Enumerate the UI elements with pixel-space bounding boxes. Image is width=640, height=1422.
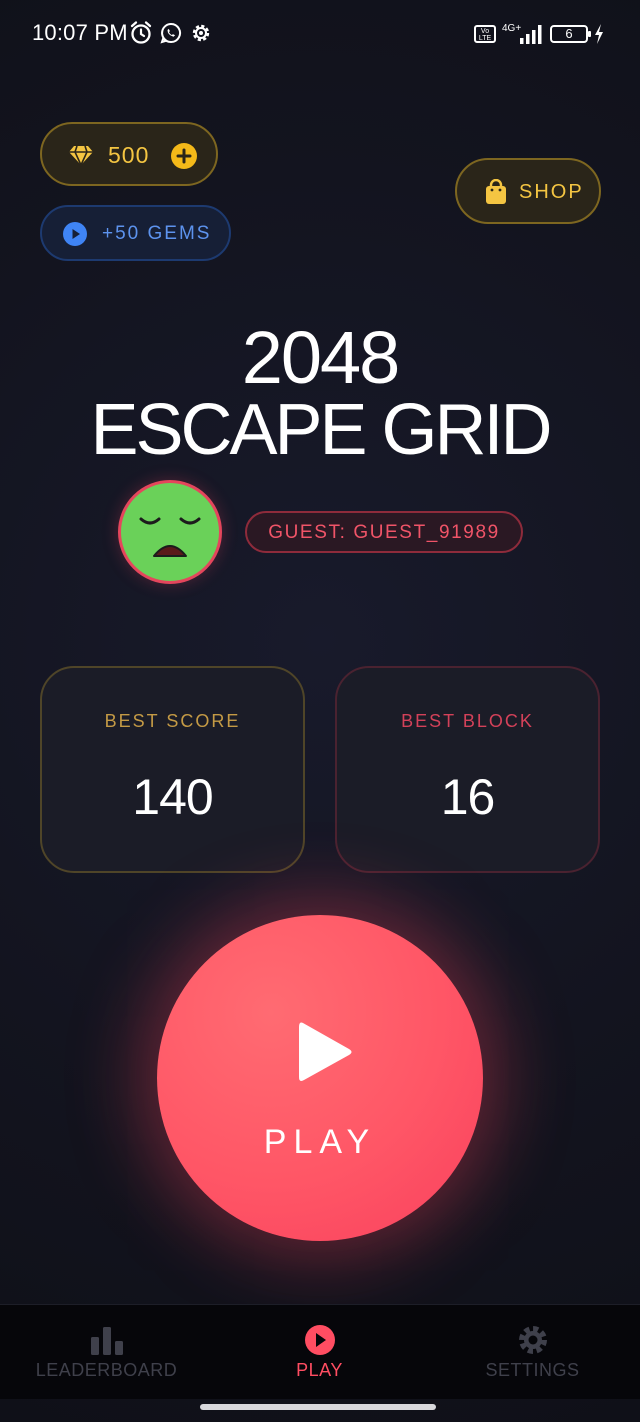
watch-ad-gems-button[interactable]: +50 GEMS [40, 205, 231, 261]
game-title-name: ESCAPE GRID [90, 390, 552, 470]
sad-face-icon [139, 517, 201, 557]
alarm-icon [129, 20, 153, 46]
nav-leaderboard[interactable]: LEADERBOARD [0, 1305, 213, 1399]
play-icon [295, 1017, 355, 1087]
diamond-icon [68, 143, 94, 167]
bottom-navigation: LEADERBOARD PLAY SETTINGS [0, 1304, 640, 1399]
home-indicator[interactable] [200, 1404, 436, 1410]
gems-balance[interactable]: 500 [40, 122, 218, 186]
volte-icon: Vo LTE [474, 25, 496, 43]
guest-badge[interactable]: GUEST: GUEST_91989 [245, 511, 523, 553]
game-title-number: 2048 [241, 316, 401, 399]
status-time: 10:07 PM [32, 20, 128, 45]
nav-play-label: PLAY [296, 1360, 343, 1380]
best-block-value: 16 [440, 769, 496, 825]
gems-count: 500 [108, 142, 150, 168]
play-button[interactable]: PLAY [157, 915, 483, 1241]
status-bar: 10:07 PM Vo LTE 4G+ 6 [0, 0, 640, 68]
nav-settings-label: SETTINGS [485, 1360, 580, 1380]
best-block-card: BEST BLOCK 16 [335, 666, 600, 873]
plus-icon [176, 148, 192, 164]
nav-play[interactable]: PLAY [213, 1305, 426, 1399]
play-circle-icon [302, 1323, 338, 1357]
bar-chart-icon [89, 1323, 125, 1357]
shopping-bag-icon [484, 178, 508, 205]
reward-ad-label: +50 GEMS [102, 223, 212, 244]
best-score-value: 140 [132, 769, 213, 825]
play-circle-icon [63, 222, 87, 246]
nav-settings[interactable]: SETTINGS [426, 1305, 639, 1399]
network-type: 4G+ [502, 23, 521, 34]
battery-icon: 6 [550, 25, 591, 43]
shop-button[interactable]: SHOP [455, 158, 601, 224]
nav-leaderboard-label: LEADERBOARD [35, 1360, 178, 1380]
best-block-label: BEST BLOCK [401, 711, 534, 731]
signal-icon: 4G+ [500, 22, 544, 46]
play-label: PLAY [263, 1123, 377, 1161]
add-gems-button[interactable] [171, 143, 197, 169]
charging-icon [593, 23, 605, 45]
best-score-label: BEST SCORE [104, 711, 241, 731]
gear-icon [189, 20, 213, 46]
shop-label: SHOP [519, 181, 584, 203]
avatar[interactable] [118, 480, 222, 584]
gear-icon [515, 1323, 551, 1357]
best-score-card: BEST SCORE 140 [40, 666, 305, 873]
whatsapp-icon [159, 20, 183, 46]
guest-name: GUEST: GUEST_91989 [268, 522, 500, 543]
